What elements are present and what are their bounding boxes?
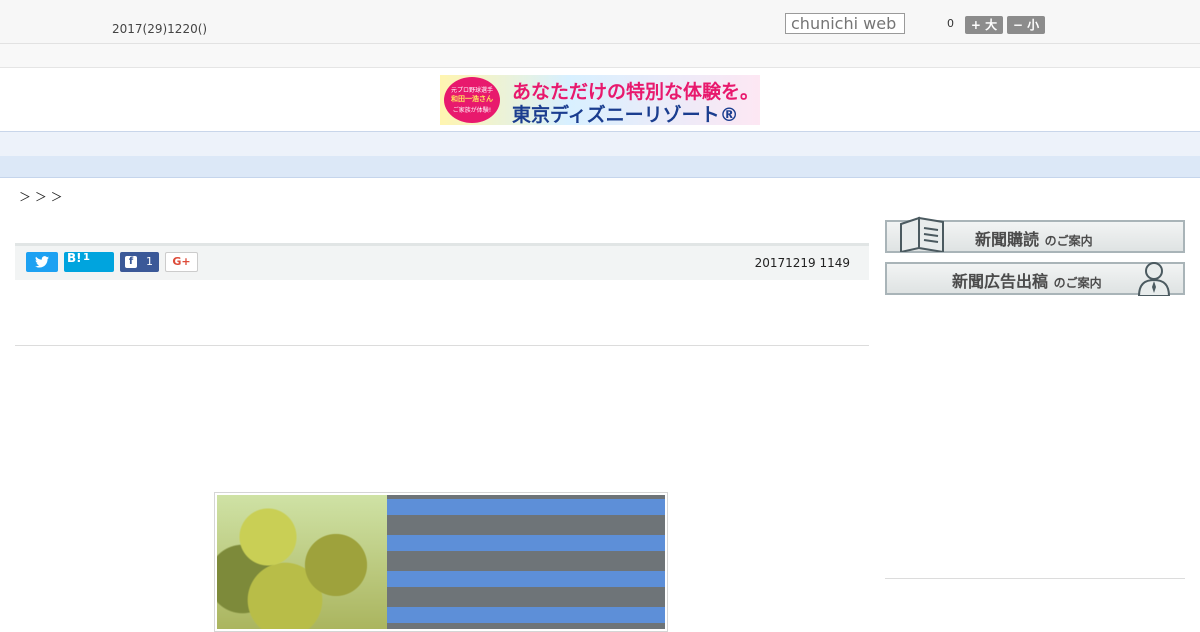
subscribe-title: 新聞購読 のご案内 (975, 226, 1093, 250)
google-plus-button[interactable]: G+ (165, 252, 198, 272)
nav-item-4[interactable] (397, 136, 457, 155)
header-subband (0, 44, 1200, 68)
sub-nav (0, 156, 1200, 178)
ad-badge-line1: 元プロ野球選手 (450, 87, 493, 94)
nav-item-2[interactable] (237, 136, 297, 155)
facebook-icon: f (125, 256, 137, 268)
nav-item-9[interactable] (797, 136, 857, 155)
window-band-1 (387, 499, 665, 515)
ad-brand: 東京ディズニーリゾート® (512, 104, 739, 125)
article-photo (214, 492, 668, 632)
hatena-count: 1 (83, 252, 90, 263)
subscribe-banner[interactable]: 新聞購読 のご案内 (885, 216, 1185, 253)
twitter-share-button[interactable] (26, 252, 58, 272)
nav-item-3[interactable] (317, 136, 377, 155)
nav-item-1[interactable] (157, 136, 217, 155)
window-band-4 (387, 607, 665, 623)
share-bar: B! 1 f 1 G+ 20171219 1149 (15, 243, 869, 280)
nav-item-7[interactable] (637, 136, 697, 155)
window-band-3 (387, 571, 665, 587)
ad-badge-line2: 和田一浩さん (451, 95, 493, 103)
nav-item-8[interactable] (717, 136, 777, 155)
hatena-label: B! (67, 251, 82, 265)
main-nav (0, 131, 1200, 157)
publish-date: 20171219 1149 (754, 256, 850, 270)
font-smaller-button[interactable]: − 小 (1007, 16, 1045, 34)
breadcrumb[interactable]: ＞ ＞ ＞ (19, 188, 63, 205)
banner-ad[interactable]: 元プロ野球選手 和田一浩さん ご家族が体験! あなただけの特別な体験を。 東京デ… (440, 75, 760, 125)
ad-badge-line3: ご家族が体験! (452, 107, 492, 114)
hatena-bookmark-button[interactable]: B! 1 (64, 251, 114, 272)
subscribe-main: 新聞購読 (975, 230, 1040, 249)
ad-badge: 元プロ野球選手 和田一浩さん ご家族が体験! (444, 77, 500, 123)
nav-item-5[interactable] (477, 136, 537, 155)
photo-image (217, 495, 665, 629)
font-larger-button[interactable]: + 大 (965, 16, 1003, 34)
current-date: 2017(29)1220() (112, 22, 208, 36)
font-size-value: 0 (947, 17, 954, 30)
subscribe-suffix: のご案内 (1044, 234, 1093, 248)
facebook-count: 1 (146, 255, 153, 268)
top-utility-bar: 2017(29)1220() 0 + 大 − 小 (0, 0, 1200, 44)
advertise-banner[interactable]: 新聞広告出稿 のご案内 (885, 262, 1185, 296)
window-band-2 (387, 535, 665, 551)
search-input[interactable] (785, 13, 905, 34)
facebook-share-button[interactable]: f 1 (120, 252, 159, 272)
businessman-icon (1137, 262, 1171, 296)
advertise-main: 新聞広告出稿 (952, 272, 1049, 291)
twitter-bird-icon (35, 256, 49, 268)
advertise-title: 新聞広告出稿 のご案内 (952, 268, 1102, 292)
nav-item-6[interactable] (557, 136, 617, 155)
tree-foliage (217, 495, 387, 629)
sidebar-divider (885, 578, 1185, 579)
advertise-suffix: のご案内 (1053, 276, 1102, 290)
newspaper-icon (900, 216, 944, 252)
content-divider (15, 345, 869, 346)
